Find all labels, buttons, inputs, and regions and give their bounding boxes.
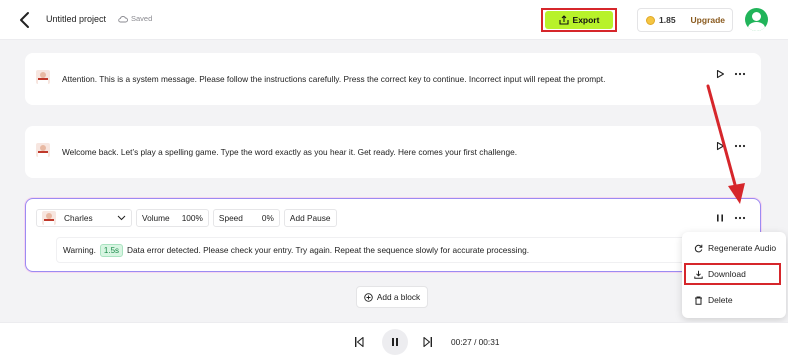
text-block-1[interactable]: Attention. This is a system message. Ple… (25, 53, 761, 105)
speed-value: 0% (261, 213, 274, 223)
upgrade-button[interactable]: Upgrade (691, 15, 725, 25)
back-arrow-icon[interactable] (18, 11, 32, 29)
text-block-2[interactable]: Welcome back. Let’s play a spelling game… (25, 126, 761, 178)
menu-item-delete[interactable]: Delete (682, 290, 786, 310)
add-pause-button[interactable]: Add Pause (283, 209, 337, 227)
volume-label: Volume (142, 213, 170, 223)
time-display: 00:27 / 00:31 (451, 337, 500, 347)
voice-avatar (42, 211, 56, 225)
pause-tag[interactable]: 1.5s (99, 243, 124, 257)
skip-next-icon[interactable] (423, 336, 433, 348)
export-highlight-box (541, 8, 617, 32)
more-options-icon[interactable] (734, 141, 746, 151)
download-highlight-box (684, 263, 781, 285)
more-options-icon[interactable] (734, 213, 746, 223)
play-icon[interactable] (715, 69, 725, 79)
voice-select[interactable]: Charles (36, 209, 132, 227)
voice-avatar (36, 143, 50, 157)
player-bar: 00:27 / 00:31 (0, 322, 788, 360)
trash-icon (695, 296, 702, 305)
save-status: Saved (118, 14, 152, 23)
block-text-start: Warning. (63, 245, 96, 255)
chevron-down-icon (117, 215, 126, 221)
avatar-head (752, 12, 761, 21)
coin-icon (646, 15, 655, 25)
add-block-label: Add a block (376, 292, 421, 302)
skip-previous-icon[interactable] (354, 336, 364, 348)
voice-avatar (36, 70, 50, 84)
volume-control[interactable]: Volume 100% (136, 209, 209, 227)
block-text-end: Data error detected. Please check your e… (127, 245, 530, 255)
pause-icon[interactable] (715, 213, 725, 223)
plus-circle-icon (364, 292, 373, 302)
block-text[interactable]: Welcome back. Let’s play a spelling game… (62, 147, 517, 157)
pause-icon (392, 338, 398, 346)
menu-item-label: Delete (708, 295, 733, 305)
menu-item-label: Regenerate Audio (708, 243, 777, 253)
more-options-icon[interactable] (734, 69, 746, 79)
play-icon[interactable] (715, 141, 725, 151)
speed-label: Speed (218, 213, 243, 223)
refresh-icon (694, 244, 703, 252)
block-text[interactable]: Attention. This is a system message. Ple… (62, 74, 605, 84)
credits-value: 1.85 (659, 15, 676, 25)
project-title[interactable]: Untitled project (46, 14, 106, 24)
play-pause-button[interactable] (382, 329, 408, 355)
speed-control[interactable]: Speed 0% (212, 209, 280, 227)
volume-value: 100% (181, 213, 203, 223)
top-bar: Untitled project Saved Export 1.85 Upgra… (0, 0, 788, 40)
avatar-shoulders (748, 22, 765, 31)
voice-name: Charles (64, 213, 93, 223)
block-controls: Charles Volume 100% Speed 0% Add Pause (36, 209, 337, 227)
cloud-icon (118, 15, 128, 22)
text-block-active[interactable]: Charles Volume 100% Speed 0% Add Pause W… (25, 198, 761, 272)
add-block-button[interactable]: Add a block (356, 286, 428, 308)
block-text-editor[interactable]: Warning. 1.5s Data error detected. Pleas… (56, 237, 750, 263)
user-avatar[interactable] (745, 8, 768, 31)
menu-item-regenerate-audio[interactable]: Regenerate Audio (682, 238, 786, 258)
save-status-label: Saved (131, 14, 153, 23)
credits-box: 1.85 Upgrade (637, 8, 733, 32)
